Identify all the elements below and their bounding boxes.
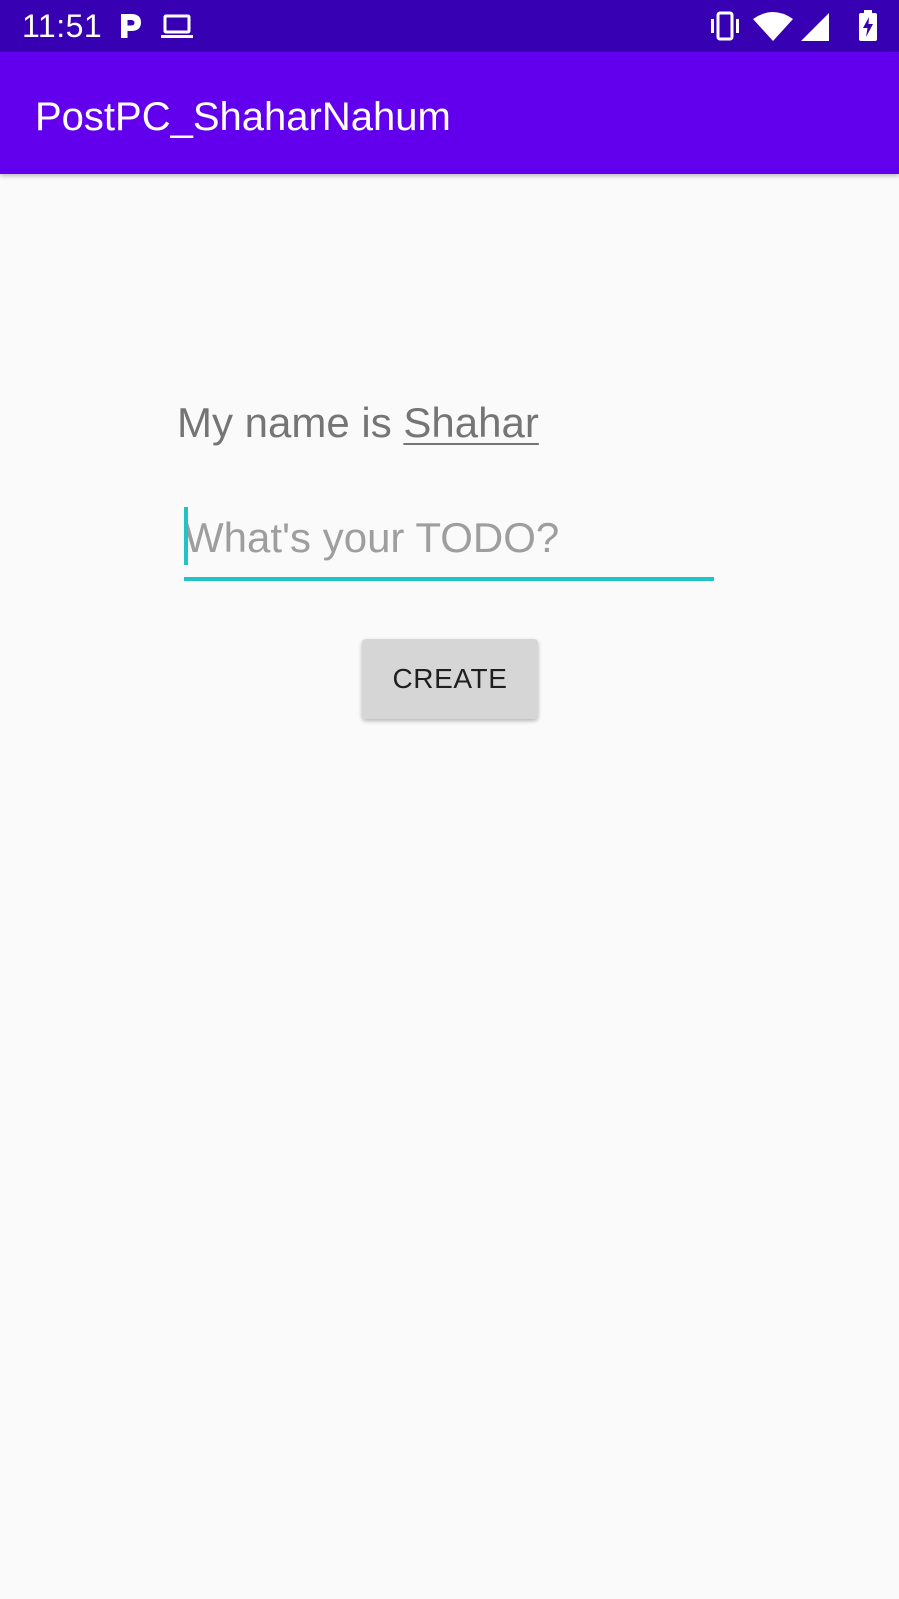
parking-p-icon <box>121 14 141 38</box>
todo-input[interactable] <box>184 505 714 571</box>
app-bar: PostPC_ShaharNahum <box>0 52 899 174</box>
battery-charging-icon <box>859 10 877 41</box>
status-bar: 11:51 <box>0 0 899 52</box>
laptop-icon <box>161 14 193 38</box>
wifi-icon <box>753 12 793 41</box>
name-prefix: My name is <box>177 399 404 446</box>
name-greeting: My name is Shahar <box>177 398 539 448</box>
screen: 11:51 PostPC_ShaharNahum My name is Shah… <box>0 0 899 1599</box>
user-name: Shahar <box>403 399 539 446</box>
vibrate-icon <box>711 11 739 41</box>
create-button[interactable]: CREATE <box>362 639 538 719</box>
cell-signal-icon <box>801 13 829 41</box>
todo-field[interactable] <box>184 505 714 581</box>
text-cursor <box>184 507 188 565</box>
app-title: PostPC_ShaharNahum <box>35 95 451 139</box>
status-time: 11:51 <box>22 8 103 44</box>
